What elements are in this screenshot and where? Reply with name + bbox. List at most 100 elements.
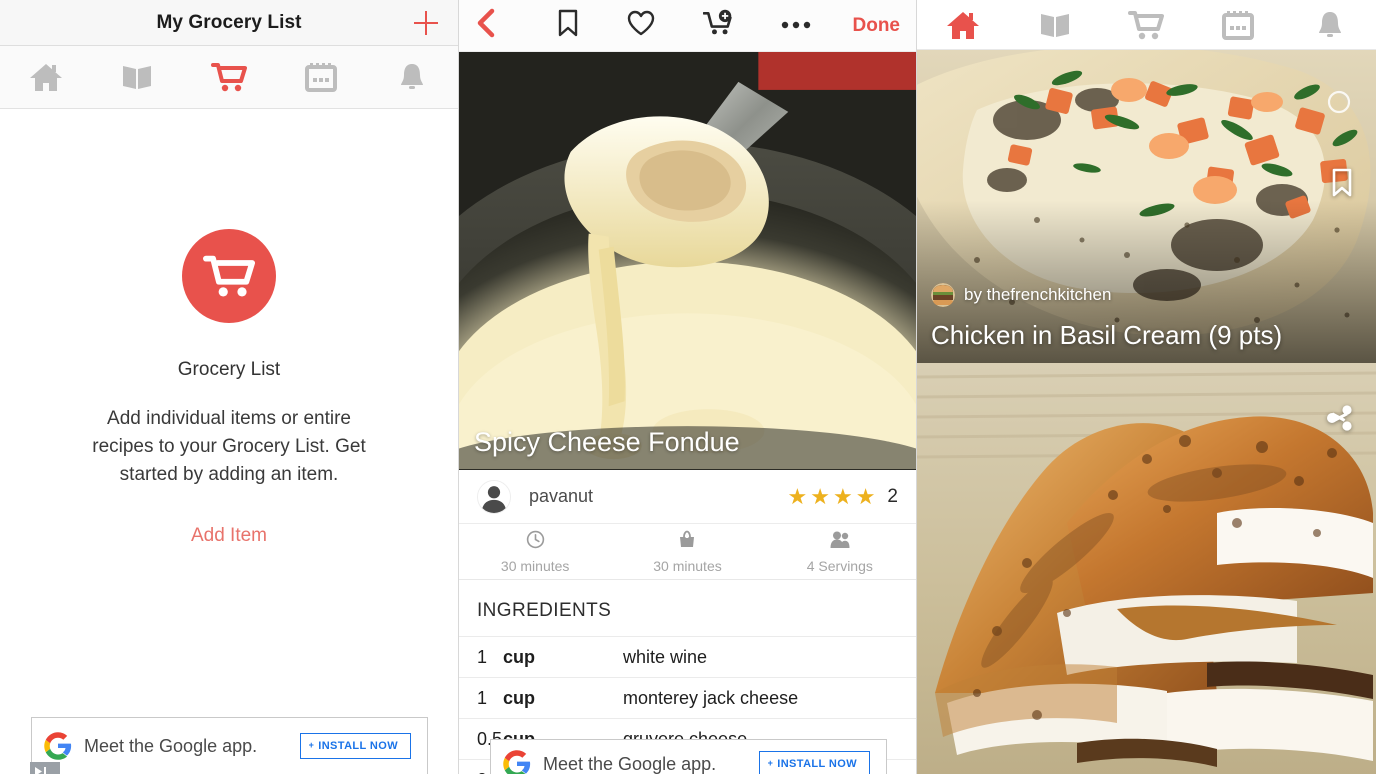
meta-prep-time: 30 minutes	[459, 524, 611, 579]
share-icon	[1324, 405, 1354, 437]
star-icon: ★	[832, 483, 853, 509]
heart-icon	[627, 10, 655, 41]
meta-label: 4 Servings	[806, 557, 873, 574]
share-button[interactable]	[1324, 403, 1354, 438]
adchoices-icon[interactable]	[30, 762, 60, 774]
home-icon	[946, 10, 980, 40]
calendar-icon	[1222, 10, 1255, 40]
toolbar-actions	[515, 9, 853, 42]
table-row[interactable]: 1 cup white wine	[459, 636, 916, 677]
sidebar-item-recipes[interactable]	[92, 46, 184, 108]
ad-logo-wrap	[30, 718, 84, 774]
more-button[interactable]	[781, 17, 811, 35]
sidebar-item-planner[interactable]	[1192, 0, 1284, 49]
ad-text: Meet the Google app.	[84, 735, 258, 756]
star-icon: ★	[787, 483, 808, 509]
ingredient-unit: cup	[503, 687, 536, 708]
star-icon: ★	[810, 483, 830, 509]
ingredient-amount: 1	[477, 646, 488, 667]
ingredients-heading: INGREDIENTS	[477, 600, 612, 621]
favorite-button[interactable]	[627, 10, 655, 41]
book-icon	[1039, 11, 1071, 39]
google-logo	[43, 731, 73, 761]
rating-count: 2	[887, 485, 898, 507]
empty-state-title: Grocery List	[177, 359, 281, 380]
page-title: My Grocery List	[156, 11, 302, 33]
recipe-author-row: pavanut ★ ★ ★ ★ 2	[459, 470, 916, 524]
recipe-hero-image: Spicy Cheese Fondue	[459, 52, 916, 470]
recipe-meta-row: 30 minutes 30 minutes 4 Servings	[459, 524, 916, 580]
servings-icon	[829, 530, 851, 554]
back-button[interactable]	[475, 8, 515, 43]
ingredient-name: white wine	[623, 646, 708, 667]
sidebar-item-home[interactable]	[917, 0, 1009, 49]
empty-state-description: Add individual items or entire recipes t…	[92, 408, 366, 485]
ad-logo-wrap	[491, 740, 543, 774]
sidebar-item-alerts[interactable]	[366, 46, 458, 108]
cart-icon	[182, 229, 276, 323]
ad-text: Meet the Google app.	[543, 753, 717, 774]
cart-icon	[1128, 10, 1165, 40]
star-icon: ★	[855, 483, 876, 509]
recipe-card[interactable]	[917, 363, 1376, 774]
sidebar-item-recipes[interactable]	[1009, 0, 1101, 49]
sidebar-item-grocery[interactable]	[183, 46, 275, 108]
avatar	[477, 479, 511, 514]
install-now-button[interactable]: + INSTALL NOW	[299, 733, 411, 759]
cart-plus-icon	[702, 9, 733, 42]
clock-icon	[526, 530, 545, 554]
meta-servings: 4 Servings	[764, 524, 916, 579]
recipe-toolbar: Done	[459, 0, 916, 52]
cooker-icon	[677, 530, 697, 554]
sidebar-item-home[interactable]	[0, 46, 92, 108]
install-now-button[interactable]: + INSTALL NOW	[758, 751, 870, 774]
ad-button-marker: +	[767, 758, 774, 768]
sidebar-item-planner[interactable]	[275, 46, 367, 108]
cart-icon	[210, 62, 247, 92]
recipe-card[interactable]: by thefrenchkitchen Chicken in Basil Cre…	[917, 50, 1376, 363]
sidebar-item-grocery[interactable]	[1101, 0, 1193, 49]
recipe-title: Spicy Cheese Fondue	[474, 427, 740, 457]
book-icon	[121, 63, 153, 91]
star-rating[interactable]: ★ ★ ★ ★	[787, 483, 876, 509]
three-panel-screenshot: My Grocery List Grocery List Add individ…	[0, 0, 1376, 774]
recipe-feed-panel: by thefrenchkitchen Chicken in Basil Cre…	[917, 0, 1376, 774]
add-item-button[interactable]: Add Item	[191, 525, 267, 547]
grilled-smores-sandwich-photo	[917, 363, 1376, 774]
ellipsis-icon	[781, 17, 811, 35]
burger-avatar	[931, 283, 955, 307]
bell-icon	[397, 62, 427, 92]
home-icon	[29, 62, 63, 92]
chicken-basil-cream-photo	[917, 50, 1376, 363]
chevron-left-icon	[475, 8, 497, 43]
meta-label: 30 minutes	[653, 557, 722, 574]
google-ad-banner[interactable]: Meet the Google app. + INSTALL NOW	[30, 717, 428, 774]
left-tab-bar	[0, 46, 458, 109]
cheese-fondue-photo	[459, 52, 916, 470]
grocery-list-header: My Grocery List	[0, 0, 458, 46]
meta-label: 30 minutes	[500, 557, 570, 574]
ingredient-name: monterey jack cheese	[623, 687, 799, 708]
grocery-list-panel: My Grocery List Grocery List Add individ…	[0, 0, 459, 774]
recipe-detail-panel: Done Spicy Cheese Fondue pavanut ★ ★ ★ ★…	[459, 0, 917, 774]
meta-cook-time: 30 minutes	[611, 524, 763, 579]
ad-button-marker: +	[308, 740, 315, 750]
add-to-cart-button[interactable]	[702, 9, 733, 42]
google-ad-banner[interactable]: Meet the Google app. + INSTALL NOW	[490, 739, 887, 774]
bookmark-icon	[1330, 168, 1354, 202]
recipe-card-title: Chicken in Basil Cream (9 pts)	[931, 320, 1283, 350]
plus-icon[interactable]	[412, 9, 440, 37]
sidebar-item-alerts[interactable]	[1284, 0, 1376, 49]
bookmark-button[interactable]	[557, 9, 579, 42]
install-now-label: INSTALL NOW	[318, 740, 398, 752]
grocery-empty-state: Grocery List Add individual items or ent…	[0, 109, 458, 774]
bookmark-button[interactable]	[1330, 168, 1354, 203]
recipe-byline[interactable]: by thefrenchkitchen	[931, 283, 1111, 307]
ingredient-unit: cup	[503, 646, 536, 667]
done-button[interactable]: Done	[853, 15, 901, 37]
bell-icon	[1315, 10, 1345, 40]
ingredient-amount: 1	[477, 687, 488, 708]
table-row[interactable]: 1 cup monterey jack cheese	[459, 677, 916, 718]
author-name[interactable]: pavanut	[529, 486, 787, 507]
timer-icon	[1326, 88, 1352, 119]
